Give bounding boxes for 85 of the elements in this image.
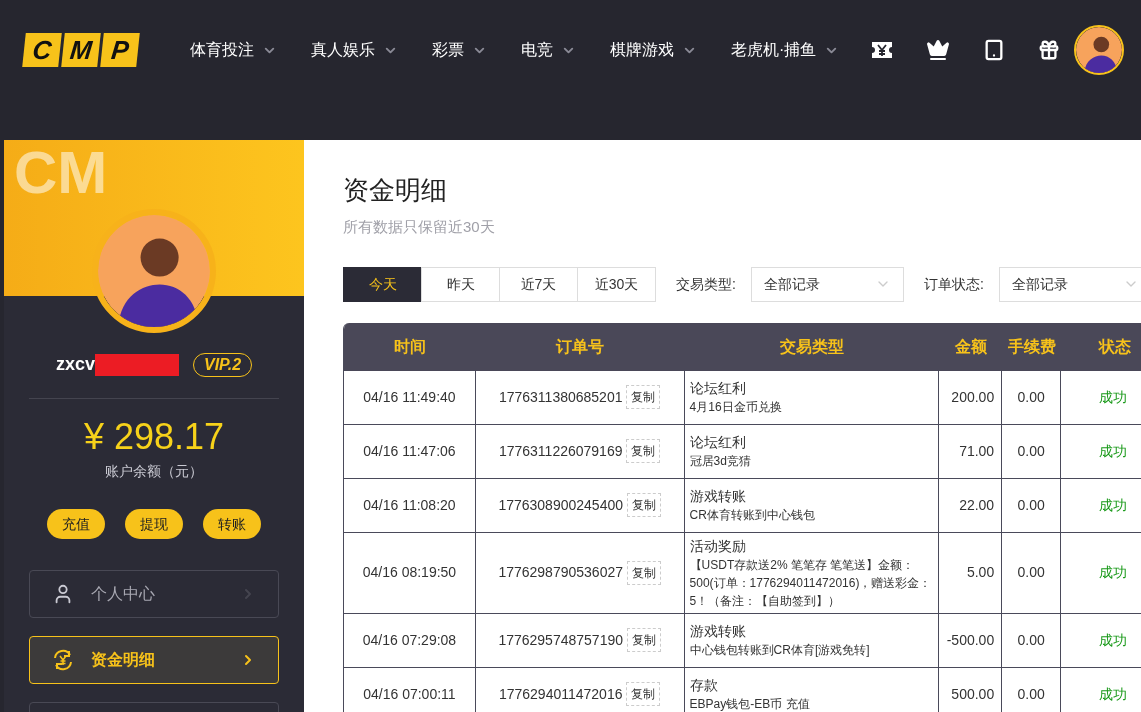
table-cell: 500.00 <box>939 667 1003 712</box>
type-title: 活动奖励 <box>689 536 747 556</box>
nav-menu[interactable]: 电竞 <box>521 38 576 62</box>
table-cell: 0.00 <box>1002 478 1062 532</box>
table-cell: 04/16 11:49:40 <box>344 370 476 424</box>
date-range-tab[interactable]: 昨天 <box>421 266 500 302</box>
order-number: 1776311226079169 <box>498 441 623 461</box>
yuan-cycle-icon <box>52 649 74 671</box>
table-cell: 0.00 <box>1002 532 1062 613</box>
table-cell: 04/16 07:29:08 <box>344 613 476 667</box>
copy-button[interactable]: 复制 <box>626 385 661 409</box>
table-cell: 0.00 <box>1002 613 1062 667</box>
ticket-icon[interactable] <box>871 41 894 59</box>
status-text: 成功 <box>1098 387 1129 407</box>
column-header: 金额 <box>953 336 988 357</box>
sidebar-menu-item[interactable]: 个人中心 <box>29 570 279 618</box>
copy-button[interactable]: 复制 <box>627 628 661 652</box>
table-cell: 200.00 <box>939 370 1003 424</box>
sidebar-menu-item[interactable]: 资金明细 <box>29 636 279 684</box>
order-number: 1776295748757190 <box>498 630 623 650</box>
type-title: 存款 <box>689 676 719 695</box>
date-range-tab[interactable]: 近7天 <box>499 266 578 302</box>
order-number: 1776294011472016 <box>498 684 623 704</box>
table-cell: 04/16 11:08:20 <box>344 478 476 532</box>
table-cell: 71.00 <box>939 424 1003 478</box>
type-title: 论坛红利 <box>689 433 747 452</box>
balance-label: 账户余额（元） <box>105 462 203 481</box>
nav-menu[interactable]: 真人娱乐 <box>311 38 398 62</box>
filter-select[interactable]: 全部记录 <box>750 266 904 302</box>
action-button[interactable]: 转账 <box>203 509 261 539</box>
table-cell: 0.00 <box>1002 667 1062 712</box>
filter-label: 交易类型: <box>676 274 736 294</box>
balance-amount: ¥ 298.17 <box>83 415 225 459</box>
copy-button[interactable]: 复制 <box>627 493 661 517</box>
table-cell: 22.00 <box>939 478 1003 532</box>
table-cell: 0.00 <box>1002 424 1062 478</box>
page-subtitle: 所有数据只保留近30天 <box>343 217 496 237</box>
type-detail: EBPay钱包-EB币 充值 <box>689 696 811 712</box>
column-header: 手续费 <box>1006 336 1057 357</box>
table-cell: 04/16 07:00:11 <box>344 667 476 712</box>
table-cell: 0.00 <box>1002 370 1062 424</box>
type-detail: CR体育转账到中心钱包 <box>689 507 816 524</box>
column-header: 订单号 <box>554 336 606 357</box>
status-text: 成功 <box>1098 495 1129 515</box>
nav-menu[interactable]: 彩票 <box>432 38 487 62</box>
filter-label: 订单状态: <box>923 274 984 294</box>
type-detail: 冠居3d竞猜 <box>689 453 752 470</box>
date-range-tab[interactable]: 今天 <box>343 266 422 302</box>
filter-select[interactable]: 全部记录 <box>998 266 1141 302</box>
type-title: 游戏转账 <box>689 487 747 506</box>
avatar <box>1076 27 1122 73</box>
column-header: 交易类型 <box>778 336 845 357</box>
table-cell: 04/16 11:47:06 <box>344 424 476 478</box>
type-title: 游戏转账 <box>689 622 747 641</box>
nav-menu[interactable]: 体育投注 <box>190 38 277 62</box>
type-title: 论坛红利 <box>689 379 747 398</box>
crown-icon[interactable] <box>926 38 951 62</box>
logo[interactable]: C M P <box>24 33 138 67</box>
status-text: 成功 <box>1098 630 1129 650</box>
status-text: 成功 <box>1098 441 1129 461</box>
status-text: 成功 <box>1098 563 1129 582</box>
gift-icon[interactable] <box>1038 39 1061 61</box>
nav-menu[interactable]: 老虎机·捕鱼 <box>731 38 840 62</box>
table-cell: 5.00 <box>939 532 1003 613</box>
status-text: 成功 <box>1098 684 1129 704</box>
copy-button[interactable]: 复制 <box>626 682 661 706</box>
order-number: 1776308900245400 <box>498 495 623 515</box>
copy-button[interactable]: 复制 <box>627 560 661 585</box>
order-number: 1776298790536027 <box>498 563 623 582</box>
username: zxcv <box>55 353 95 376</box>
order-number: 1776311380685201 <box>498 387 623 407</box>
page-title: 资金明细 <box>343 174 448 207</box>
table-cell: 04/16 08:19:50 <box>344 532 476 613</box>
banner-watermark: CM <box>14 139 108 206</box>
date-range-tab[interactable]: 近30天 <box>577 266 656 302</box>
column-header: 时间 <box>392 336 427 357</box>
copy-button[interactable]: 复制 <box>626 439 661 463</box>
action-button[interactable]: 充值 <box>47 509 105 539</box>
type-detail: 【USDT存款送2% 笔笔存 笔笔送】金额：500(订单：1776294011472016)，赠送彩金：5！（备注：【自助签到】） <box>689 556 933 610</box>
type-detail: 4月16日金币兑换 <box>689 399 783 416</box>
type-detail: 中心钱包转账到CR体育[游戏免转] <box>689 642 871 659</box>
nav-menu[interactable]: 棋牌游戏 <box>610 38 697 62</box>
table-cell: -500.00 <box>939 613 1003 667</box>
column-header: 状态 <box>1097 336 1133 357</box>
action-button[interactable]: 提现 <box>125 509 183 539</box>
